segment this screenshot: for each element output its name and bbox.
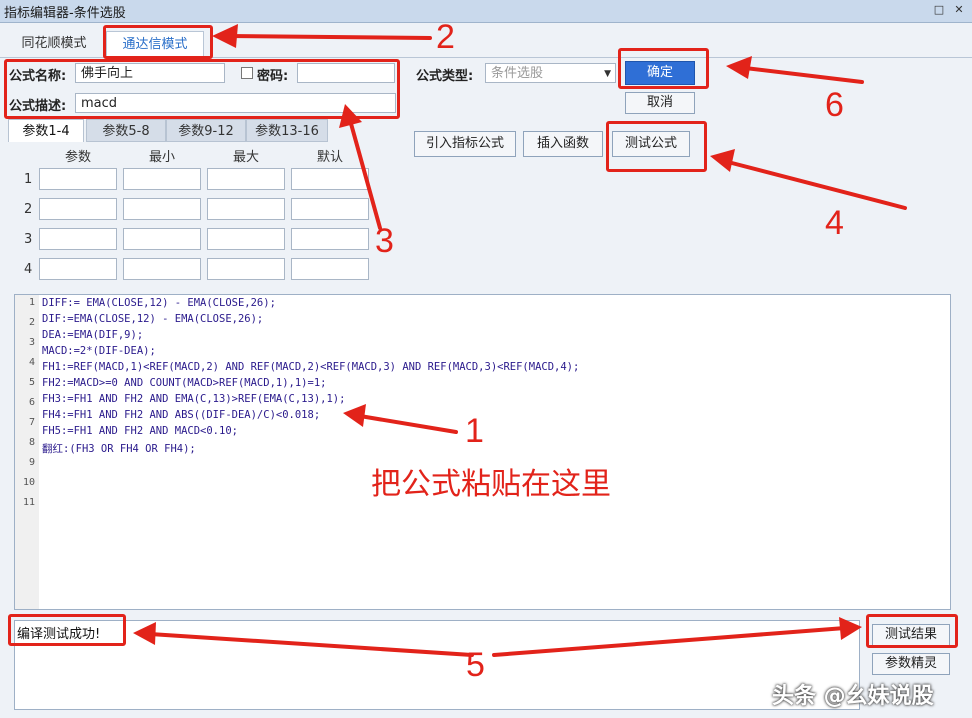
arrow-2-head [212,24,238,48]
arrow-4 [726,160,907,210]
arrow-1-head [343,404,366,427]
arrow-3 [348,118,382,230]
annotation-number: 3 [375,222,394,260]
arrow-2 [226,34,432,40]
arrow-6 [743,66,864,84]
arrow-1 [358,414,458,434]
arrow-5-right-head [839,617,862,640]
arrow-6-head [726,56,752,79]
annotation-number: 5 [466,646,485,684]
watermark: 头条 @幺妹说股 [772,684,934,709]
paste-hint: 把公式粘贴在这里 [371,467,611,502]
annotation-number: 1 [465,412,484,450]
arrow-5-left [148,632,474,657]
annotation-number: 6 [825,86,844,124]
arrow-5-left-head [133,622,156,645]
annotation-number: 4 [825,204,844,242]
arrow-5-right [492,626,847,657]
arrow-4-head [710,149,735,172]
arrow-3-head [339,104,362,128]
annotation-number: 2 [436,18,455,56]
